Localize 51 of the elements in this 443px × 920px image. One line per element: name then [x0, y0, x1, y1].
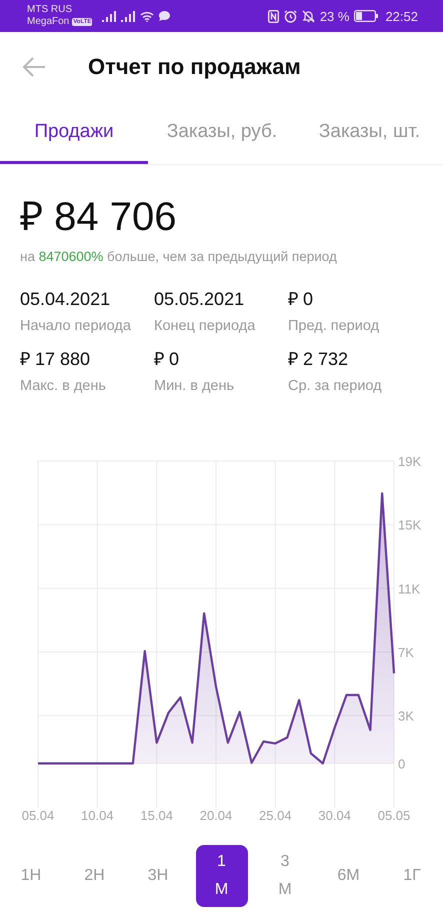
- chat-icon: [159, 11, 170, 21]
- period-button[interactable]: 6М: [322, 845, 374, 907]
- stat-label: Начало периода: [20, 318, 132, 334]
- nfc-icon: [268, 10, 279, 22]
- battery-icon: [354, 10, 378, 22]
- stat-value: ₽ 0: [154, 348, 180, 370]
- x-axis-label: 30.04: [318, 808, 351, 823]
- y-axis-label: 7K: [398, 645, 414, 660]
- tab[interactable]: Заказы, шт.: [296, 102, 443, 164]
- total-amount: ₽ 84 706: [20, 195, 178, 239]
- y-axis-label: 19K: [398, 454, 422, 469]
- x-axis-label: 05.05: [378, 808, 410, 823]
- stat-value: ₽ 17 880: [20, 348, 92, 370]
- wifi-icon: [140, 10, 154, 22]
- signal-icon: [102, 10, 116, 22]
- back-button[interactable]: [22, 57, 46, 77]
- stat-value: 05.04.2021: [20, 288, 112, 310]
- period-button[interactable]: 2Н: [68, 845, 120, 907]
- stat-label: Пред. период: [288, 318, 380, 334]
- period-button[interactable]: 3Н: [132, 845, 184, 907]
- carrier-name: MTS RUS: [27, 4, 73, 16]
- x-axis-label: 25.04: [259, 808, 292, 823]
- alarm-icon: [284, 10, 297, 22]
- x-axis-label: 15.04: [140, 808, 173, 823]
- stat-label: Мин. в день: [154, 378, 236, 394]
- period-button[interactable]: 1Н: [5, 845, 57, 907]
- carrier-name: MegaFon: [27, 16, 70, 28]
- clock-time: 22:52: [385, 8, 418, 24]
- x-axis-label: 05.04: [22, 808, 54, 823]
- battery-percent: 23 %: [320, 8, 350, 24]
- stat-label: Ср. за период: [288, 378, 383, 394]
- x-axis-label: 20.04: [200, 808, 232, 823]
- y-axis-label: 0: [398, 756, 406, 772]
- stat-value: ₽ 0: [288, 288, 314, 310]
- bell-off-icon: [302, 10, 315, 22]
- y-axis-label: 3K: [398, 708, 414, 724]
- stat-label: Конец периода: [154, 318, 256, 334]
- period-button[interactable]: 1 М: [196, 845, 248, 907]
- x-axis-label: 10.04: [81, 808, 114, 823]
- y-axis-label: 11K: [398, 581, 420, 596]
- tab[interactable]: Заказы, руб.: [148, 102, 296, 164]
- period-button[interactable]: 3 М: [259, 845, 311, 907]
- stat-label: Макс. в день: [20, 378, 107, 394]
- screen-title: Отчет по продажам: [88, 54, 301, 80]
- period-button[interactable]: 1Г: [386, 845, 438, 907]
- signal-icon: [121, 10, 136, 22]
- stat-value: 05.05.2021: [154, 288, 246, 310]
- tab[interactable]: Продажи: [0, 102, 148, 164]
- comparison-text: на 8470600% больше, чем за предыдущий период: [20, 249, 338, 264]
- y-axis-label: 15K: [398, 518, 422, 533]
- stat-value: ₽ 2 732: [288, 348, 350, 370]
